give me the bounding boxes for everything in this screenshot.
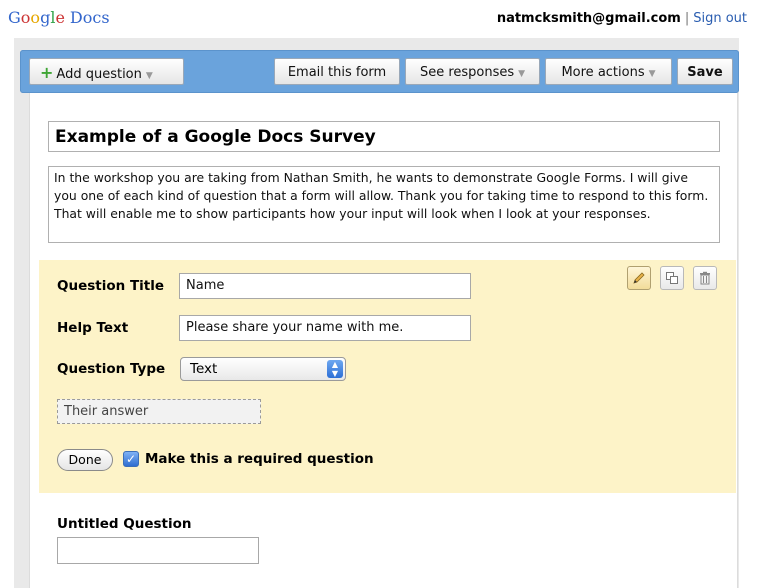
help-text-input[interactable]: Please share your name with me.	[179, 315, 471, 341]
separator: |	[684, 11, 690, 26]
required-label[interactable]: Make this a required question	[145, 451, 374, 467]
question-type-select[interactable]: Text ▲ ▼	[180, 357, 346, 381]
form-description-input[interactable]: In the workshop you are taking from Nath…	[48, 166, 720, 243]
chevron-down-icon: ▼	[518, 69, 526, 79]
plus-icon: +	[40, 63, 54, 82]
untitled-question-title: Untitled Question	[57, 516, 192, 532]
form-title-input[interactable]: Example of a Google Docs Survey	[48, 121, 720, 152]
see-responses-button[interactable]: See responses ▼	[405, 58, 540, 85]
question-title-label: Question Title	[57, 278, 165, 294]
chevron-down-icon: ▼	[648, 69, 656, 79]
sign-out-link[interactable]: Sign out	[693, 11, 747, 26]
user-email: natmcksmith@gmail.com	[496, 11, 681, 26]
add-question-button[interactable]: + Add question ▼	[29, 58, 184, 85]
chevron-down-icon: ▼	[145, 71, 153, 81]
email-form-button[interactable]: Email this form	[274, 58, 400, 85]
answer-preview-field: Their answer	[57, 399, 261, 424]
google-docs-logo[interactable]: Google Docs	[8, 8, 110, 27]
done-button[interactable]: Done	[57, 449, 113, 471]
help-text-label: Help Text	[57, 320, 129, 336]
question-type-label: Question Type	[57, 361, 166, 377]
duplicate-icon[interactable]	[660, 266, 684, 290]
select-arrows-icon: ▲ ▼	[327, 360, 343, 378]
untitled-question-input[interactable]	[57, 537, 259, 564]
question-title-input[interactable]: Name	[179, 273, 471, 299]
more-actions-button[interactable]: More actions ▼	[545, 58, 672, 85]
account-bar: natmcksmith@gmail.com | Sign out	[497, 11, 747, 26]
save-button[interactable]: Save	[677, 58, 733, 85]
required-checkbox[interactable]: ✓	[123, 451, 139, 467]
pencil-icon[interactable]	[627, 266, 651, 290]
trash-icon[interactable]	[693, 266, 717, 290]
